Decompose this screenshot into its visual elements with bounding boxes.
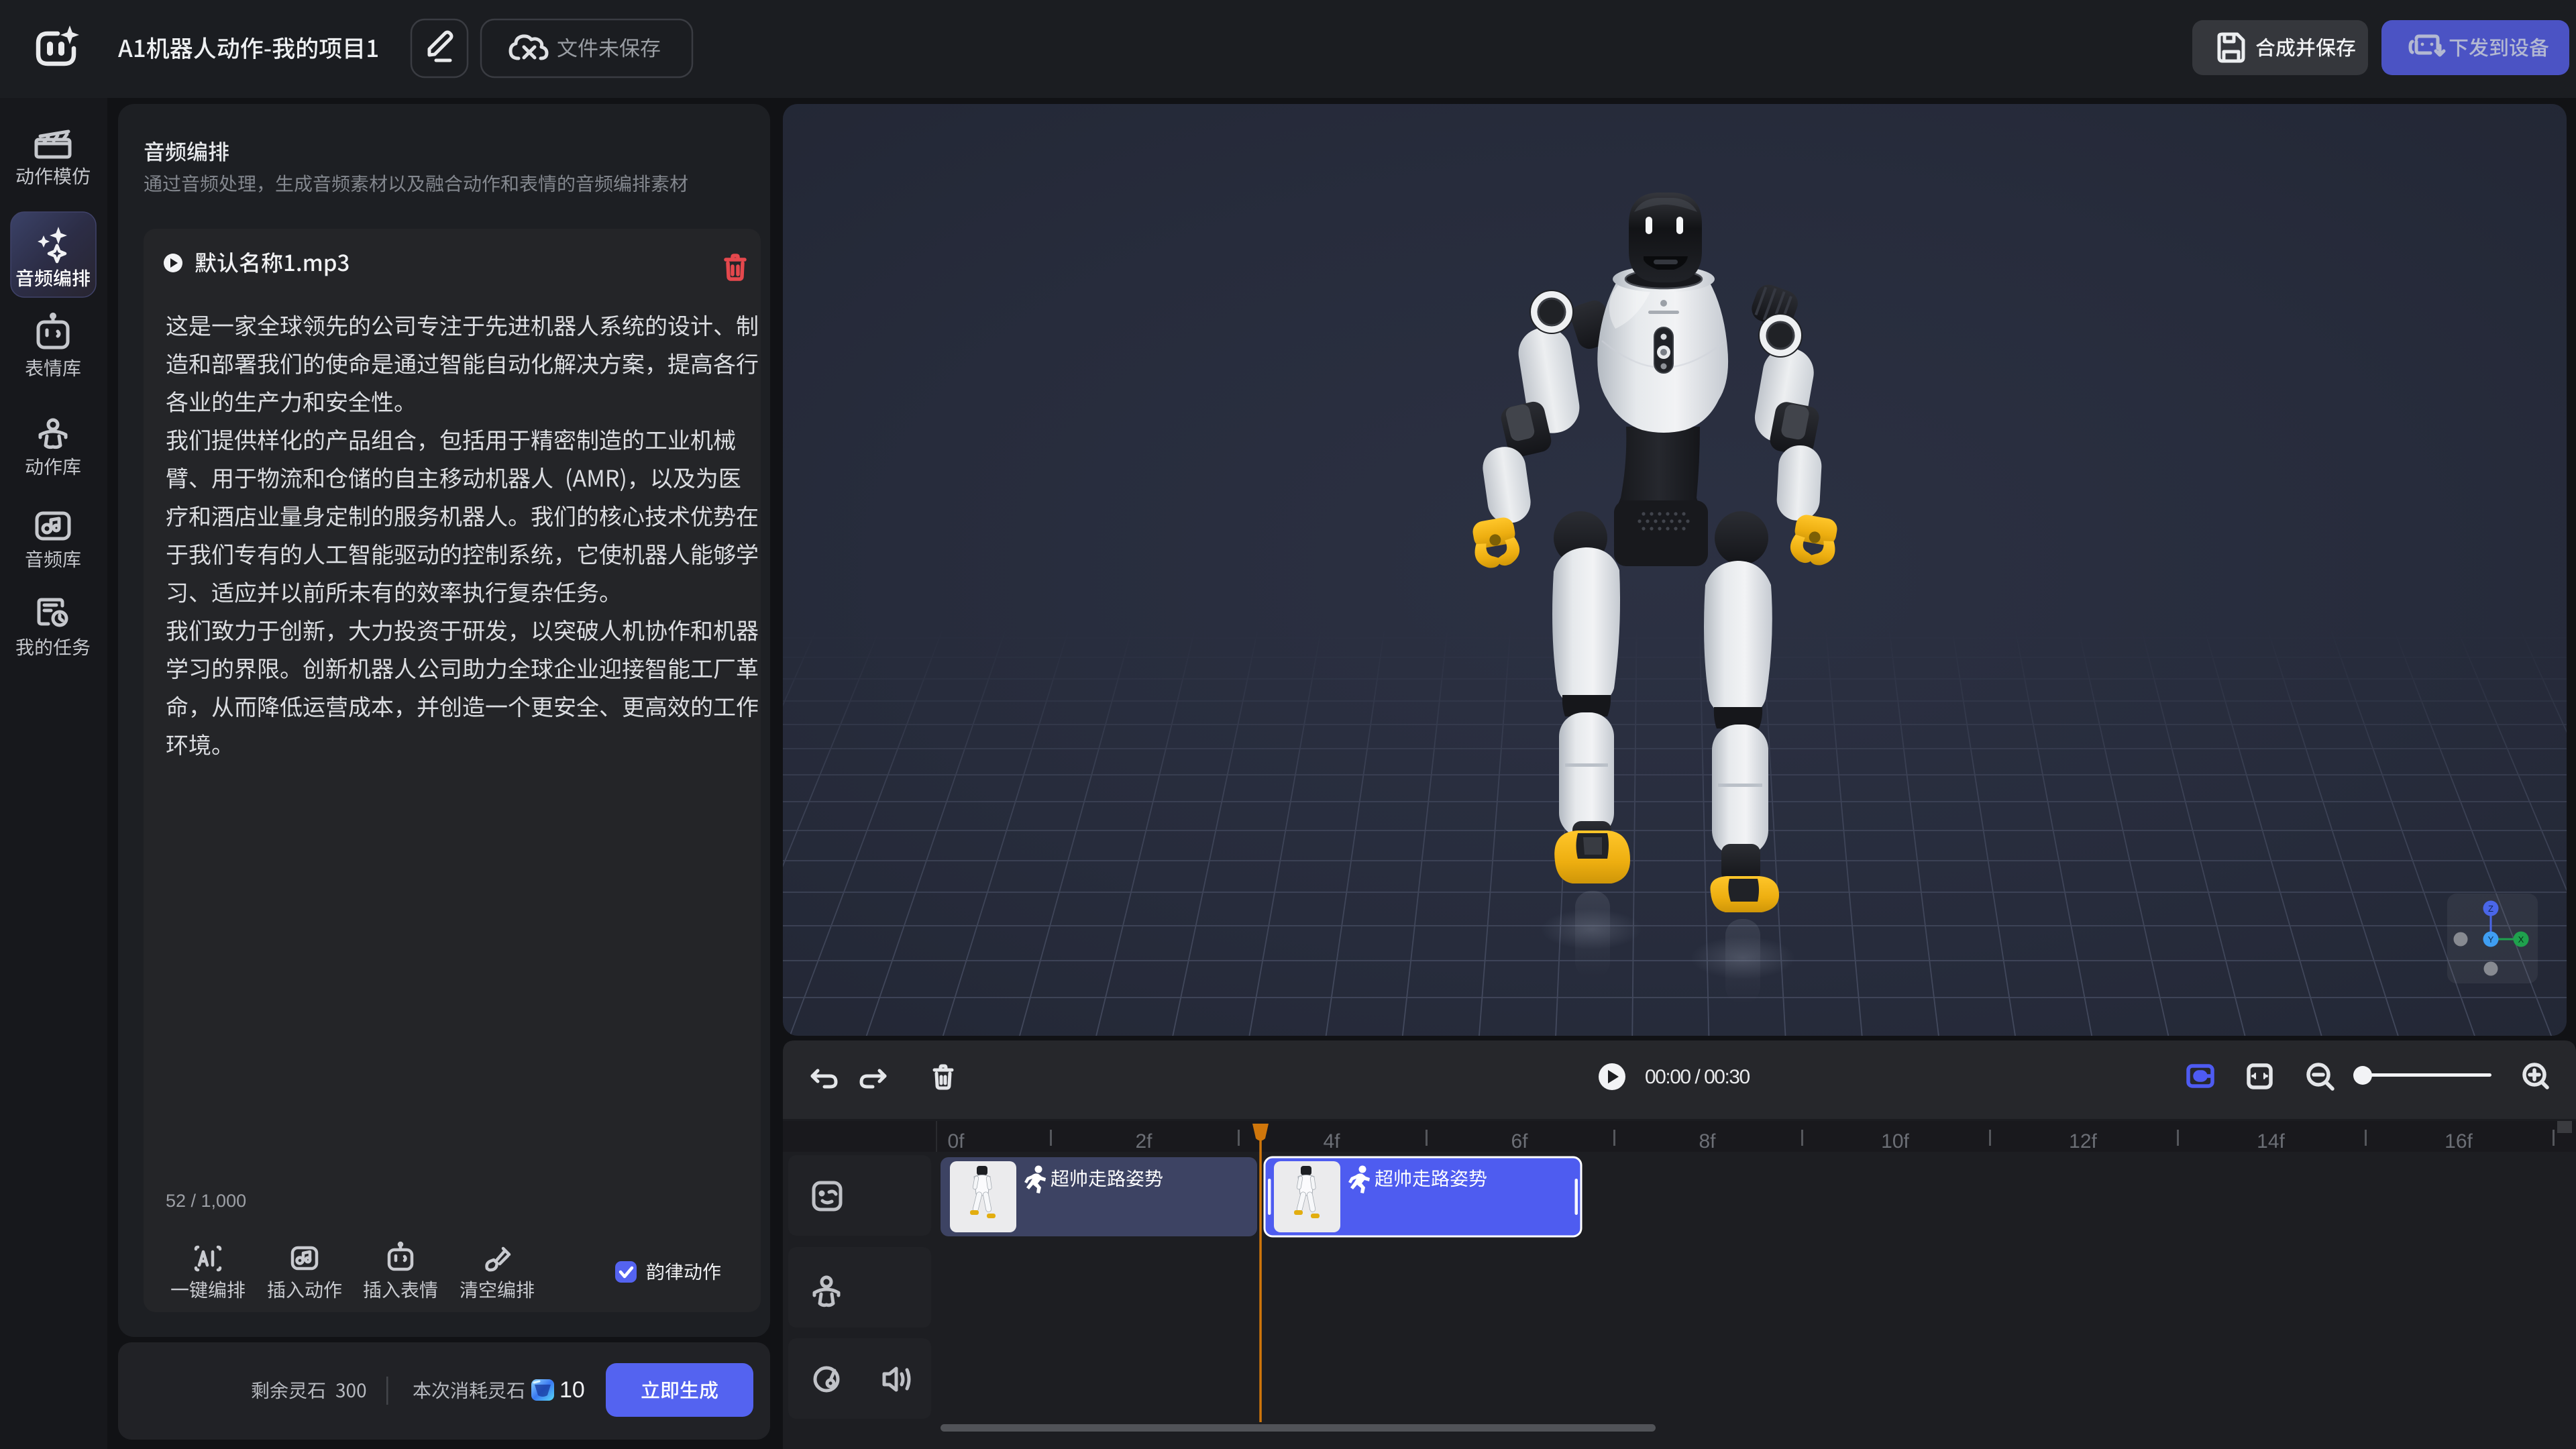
svg-text:6f: 6f — [1511, 1130, 1528, 1152]
svg-text:Z: Z — [2488, 904, 2493, 914]
svg-text:10: 10 — [559, 1377, 585, 1403]
svg-text:10f: 10f — [1881, 1130, 1909, 1152]
svg-text:X: X — [2518, 934, 2524, 945]
svg-text:Y: Y — [2488, 934, 2494, 945]
svg-text:16f: 16f — [2445, 1130, 2473, 1152]
svg-text:4f: 4f — [1323, 1130, 1340, 1152]
svg-text:14f: 14f — [2257, 1130, 2285, 1152]
svg-text:8f: 8f — [1699, 1130, 1716, 1152]
svg-text:0f: 0f — [947, 1130, 965, 1152]
svg-text:12f: 12f — [2069, 1130, 2097, 1152]
svg-text:00:00 / 00:30: 00:00 / 00:30 — [1645, 1066, 1750, 1088]
svg-text:2f: 2f — [1135, 1130, 1152, 1152]
svg-text:52 / 1,000: 52 / 1,000 — [166, 1191, 246, 1211]
